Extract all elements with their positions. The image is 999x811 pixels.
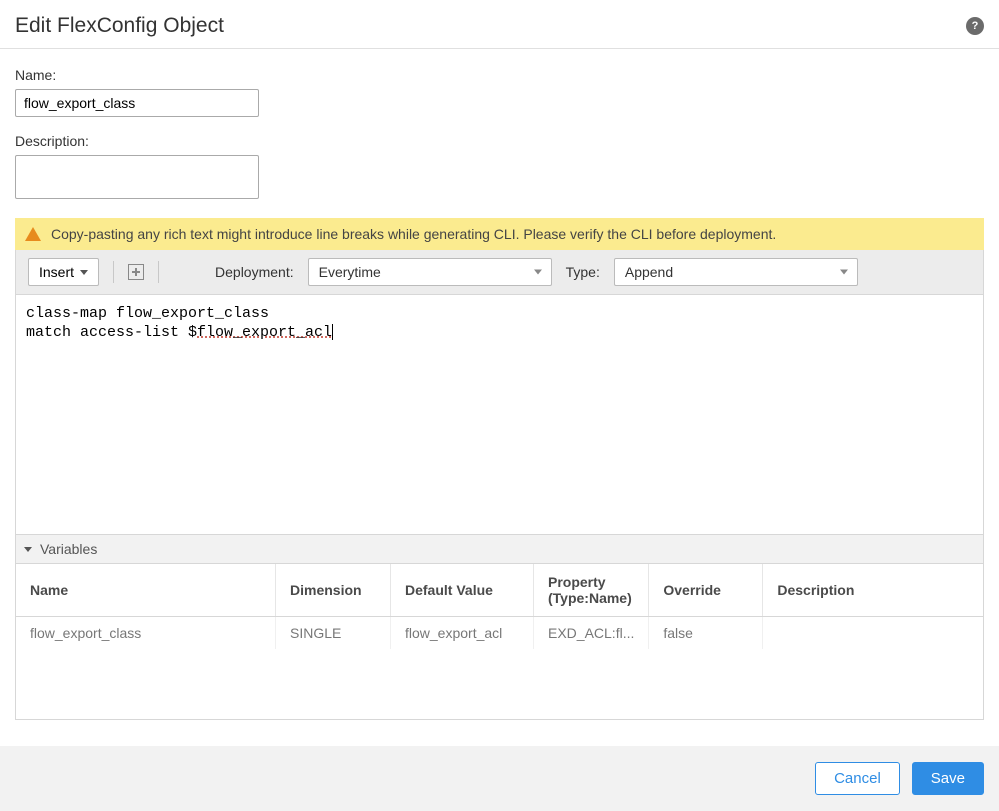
cell-override: false [649, 617, 763, 650]
separator [158, 261, 159, 283]
table-spacer [16, 649, 984, 719]
col-name[interactable]: Name [16, 564, 276, 617]
col-default-value[interactable]: Default Value [391, 564, 534, 617]
variables-label: Variables [40, 541, 97, 557]
dialog: Edit FlexConfig Object ? Name: Descripti… [0, 0, 999, 811]
dialog-body: Name: Description: Copy-pasting any rich… [0, 49, 999, 730]
save-button[interactable]: Save [912, 762, 984, 795]
description-input[interactable] [15, 155, 259, 199]
cell-dimension: SINGLE [276, 617, 391, 650]
insert-button[interactable]: Insert [28, 258, 99, 286]
insert-button-label: Insert [39, 264, 74, 280]
type-label: Type: [566, 264, 600, 280]
text-cursor [332, 324, 333, 340]
editor-toolbar: Insert Deployment: Everytime Type: Appen… [15, 250, 984, 295]
type-select[interactable]: Append [614, 258, 858, 286]
dialog-header: Edit FlexConfig Object ? [0, 0, 999, 49]
cell-description [763, 617, 984, 650]
chevron-down-icon [534, 270, 542, 275]
code-line: class-map flow_export_class [26, 305, 269, 322]
name-label: Name: [15, 67, 984, 83]
warning-text: Copy-pasting any rich text might introdu… [51, 226, 776, 242]
col-description[interactable]: Description [763, 564, 984, 617]
variables-toggle[interactable]: Variables [15, 535, 984, 564]
variables-table: Name Dimension Default Value Property (T… [15, 564, 984, 720]
cell-name: flow_export_class [16, 617, 276, 650]
code-line-prefix: match access-list $ [26, 324, 197, 341]
warning-bar: Copy-pasting any rich text might introdu… [15, 218, 984, 250]
col-override[interactable]: Override [649, 564, 763, 617]
help-icon[interactable]: ? [966, 17, 984, 35]
warning-icon [25, 227, 41, 241]
col-property[interactable]: Property (Type:Name) [534, 564, 649, 617]
chevron-down-icon [80, 270, 88, 275]
col-dimension[interactable]: Dimension [276, 564, 391, 617]
type-value: Append [625, 264, 673, 280]
description-label: Description: [15, 133, 984, 149]
cell-default-value: flow_export_acl [391, 617, 534, 650]
deployment-label: Deployment: [215, 264, 294, 280]
deployment-select[interactable]: Everytime [308, 258, 552, 286]
table-row[interactable]: flow_export_class SINGLE flow_export_acl… [16, 617, 984, 650]
chevron-down-icon [24, 547, 32, 552]
separator [113, 261, 114, 283]
deployment-value: Everytime [319, 264, 381, 280]
dialog-title: Edit FlexConfig Object [15, 14, 224, 38]
description-row: Description: [15, 133, 984, 202]
chevron-down-icon [840, 270, 848, 275]
cancel-button[interactable]: Cancel [815, 762, 900, 795]
cell-property: EXD_ACL:fl... [534, 617, 649, 650]
name-input[interactable] [15, 89, 259, 117]
expand-icon[interactable] [128, 264, 144, 280]
name-row: Name: [15, 67, 984, 117]
code-variable: flow_export_acl [197, 324, 332, 341]
code-editor[interactable]: class-map flow_export_class match access… [15, 295, 984, 535]
